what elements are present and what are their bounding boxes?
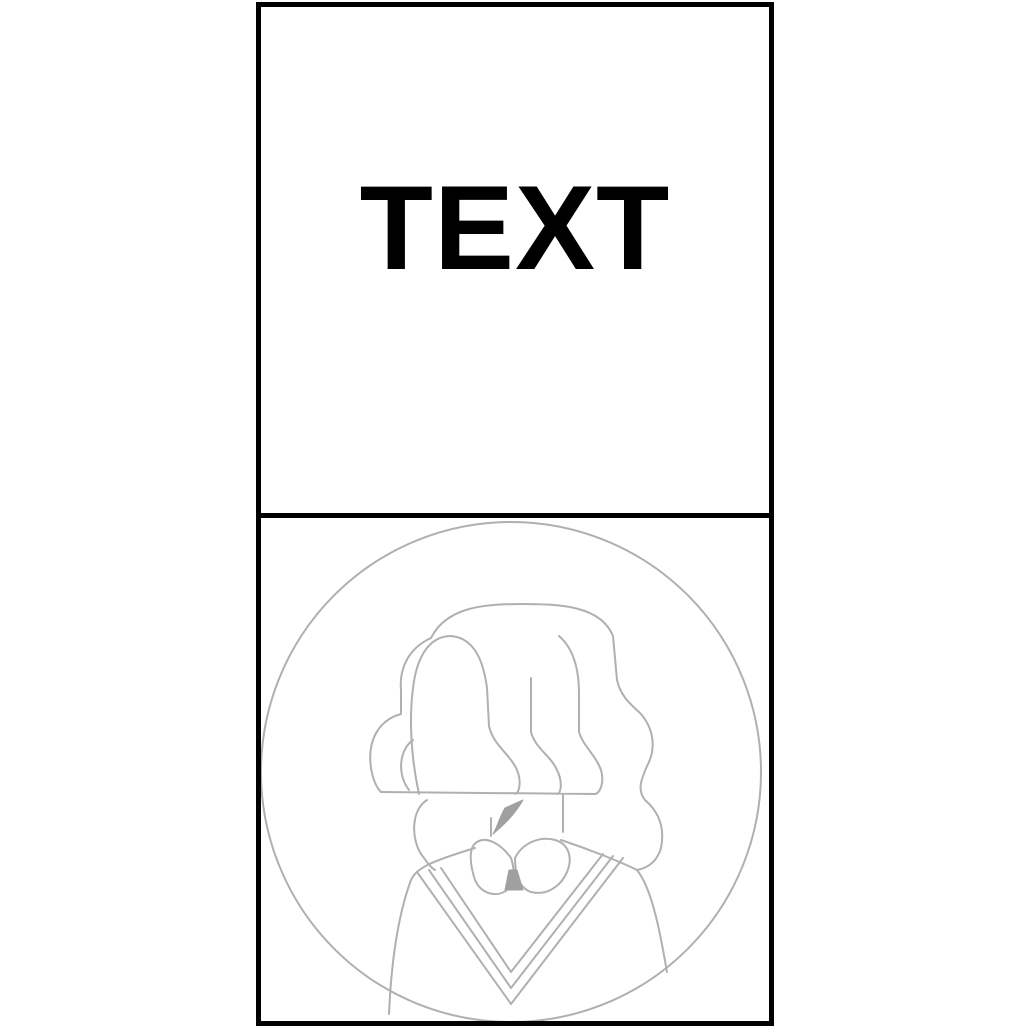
text-panel: TEXT (261, 7, 769, 518)
hair-fringe (380, 635, 604, 795)
collar-right (514, 837, 571, 894)
avatar-circle (261, 521, 762, 1021)
image-panel (261, 518, 769, 1021)
card: TEXT (256, 2, 774, 1026)
avatar-placeholder-icon (261, 521, 762, 1021)
text-label: TEXT (359, 161, 671, 295)
collar-knot (504, 869, 524, 891)
chin-shadow (492, 799, 524, 835)
robe-stripe-3 (440, 853, 604, 973)
hair-outline (369, 603, 664, 871)
